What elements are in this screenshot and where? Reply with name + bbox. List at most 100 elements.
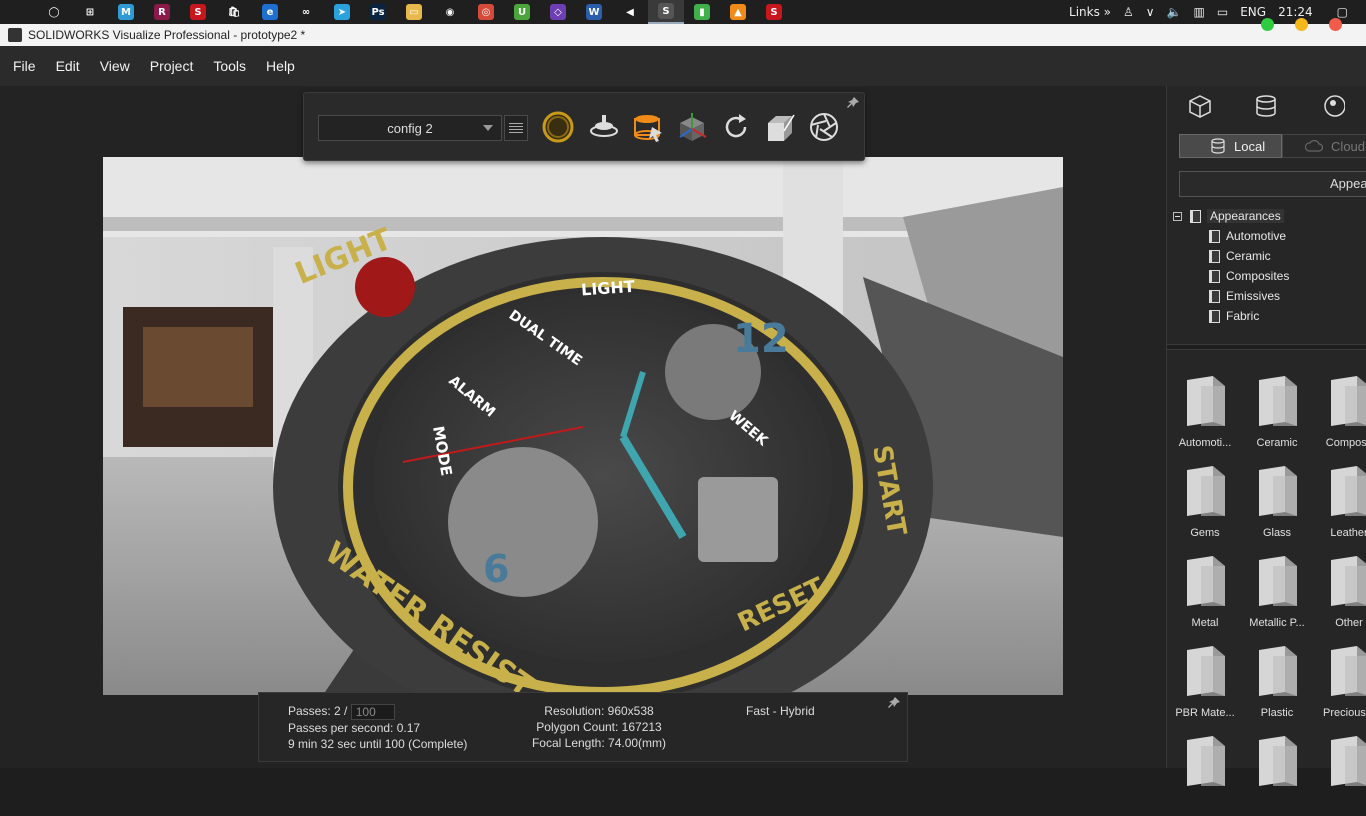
- book-icon: [1209, 269, 1220, 283]
- tree-item-fabric[interactable]: Fabric: [1173, 306, 1366, 326]
- folder-icon: [1187, 736, 1225, 786]
- solidworks-2019-icon: S: [190, 4, 206, 20]
- people-icon[interactable]: ♙: [1123, 5, 1134, 19]
- minimize-button[interactable]: [1261, 18, 1274, 31]
- camera-axes-button[interactable]: [674, 109, 710, 145]
- book-icon: [1209, 289, 1220, 303]
- appearance-folder-item[interactable]: Composit: [1313, 366, 1366, 456]
- appearance-folder-item[interactable]: Gems: [1169, 456, 1241, 546]
- render-mode-button[interactable]: [540, 109, 576, 145]
- refresh-button[interactable]: [718, 109, 754, 145]
- taskbar-app-button[interactable]: M: [108, 0, 144, 24]
- appearance-folder-item[interactable]: Other: [1313, 546, 1366, 636]
- menu-tools[interactable]: Tools: [203, 46, 256, 86]
- appearance-folder-item[interactable]: [1313, 726, 1366, 816]
- taskbar-app-button[interactable]: W: [576, 0, 612, 24]
- links-toolbar[interactable]: Links »: [1069, 5, 1111, 19]
- taskbar-app-button[interactable]: ➤: [324, 0, 360, 24]
- infinity-app-icon: ∞: [298, 4, 314, 20]
- menu-project[interactable]: Project: [140, 46, 204, 86]
- taskbar-app-button[interactable]: S: [756, 0, 792, 24]
- taskbar-app-button[interactable]: S: [648, 0, 684, 24]
- appearance-folder-item[interactable]: [1241, 726, 1313, 816]
- task-view-icon: ⊞: [82, 4, 98, 20]
- appearance-folder-item[interactable]: Precious...: [1313, 636, 1366, 726]
- render-eta: 9 min 32 sec until 100 (Complete): [288, 736, 468, 751]
- taskbar-app-button[interactable]: e: [252, 0, 288, 24]
- appearance-folder-label: PBR Mate...: [1175, 707, 1235, 719]
- appearance-folder-item[interactable]: PBR Mate...: [1169, 636, 1241, 726]
- pin-icon[interactable]: [846, 96, 860, 110]
- taskbar-app-button[interactable]: S: [180, 0, 216, 24]
- tree-item-automotive[interactable]: Automotive: [1173, 226, 1366, 246]
- aperture-button[interactable]: [806, 109, 842, 145]
- taskbar-app-button[interactable]: 🛍: [216, 0, 252, 24]
- notifications-icon[interactable]: ▢: [1337, 5, 1348, 19]
- chevron-up-icon[interactable]: ∨: [1146, 5, 1155, 19]
- taskbar-app-button[interactable]: ▲: [720, 0, 756, 24]
- window-title: SOLIDWORKS Visualize Professional - prot…: [28, 28, 306, 42]
- tree-item-emissives[interactable]: Emissives: [1173, 286, 1366, 306]
- maximize-button[interactable]: [1295, 18, 1308, 31]
- appearance-folder-item[interactable]: Ceramic: [1241, 366, 1313, 456]
- appearance-folder-item[interactable]: Metal: [1169, 546, 1241, 636]
- appearance-folder-item[interactable]: Automoti...: [1169, 366, 1241, 456]
- passes-target-input[interactable]: 100: [350, 703, 395, 720]
- taskbar-app-button[interactable]: ▭: [396, 0, 432, 24]
- visual-studio-icon: ◇: [550, 4, 566, 20]
- appearance-folder-item[interactable]: Plastic: [1241, 636, 1313, 726]
- box-export-button[interactable]: [762, 109, 798, 145]
- folder-icon: [1187, 376, 1225, 426]
- appearance-folder-item[interactable]: Metallic P...: [1241, 546, 1313, 636]
- volume-icon[interactable]: 🔈: [1167, 5, 1182, 19]
- chrome-icon: ◎: [478, 4, 494, 20]
- clock[interactable]: 21:24: [1278, 5, 1313, 19]
- taskbar-app-button[interactable]: ◎: [468, 0, 504, 24]
- environment-button[interactable]: [630, 109, 666, 145]
- taskbar-app-button[interactable]: ◯: [36, 0, 72, 24]
- panel-splitter[interactable]: [1167, 344, 1366, 350]
- tab-appearances[interactable]: [1233, 86, 1299, 126]
- taskbar-app-button[interactable]: ◉: [432, 0, 468, 24]
- taskbar-app-button[interactable]: ∞: [288, 0, 324, 24]
- collapse-icon[interactable]: [1173, 211, 1182, 221]
- tree-root-appearances[interactable]: Appearances: [1173, 206, 1366, 226]
- appearance-folder-item[interactable]: Leather: [1313, 456, 1366, 546]
- appearance-folder-item[interactable]: [1169, 726, 1241, 816]
- pin-icon[interactable]: [887, 696, 901, 710]
- tree-item-composites[interactable]: Composites: [1173, 266, 1366, 286]
- taskbar-app-button[interactable]: ◇: [540, 0, 576, 24]
- taskbar-app-button[interactable]: U: [504, 0, 540, 24]
- appearance-tree: Appearances Automotive Ceramic Composite…: [1173, 206, 1366, 326]
- local-tab[interactable]: Local: [1179, 134, 1283, 158]
- network-icon[interactable]: ▥: [1194, 5, 1205, 19]
- taskbar-app-button[interactable]: [0, 0, 36, 24]
- taskbar-app-button[interactable]: Ps: [360, 0, 396, 24]
- cloud-tab[interactable]: Cloud: [1282, 134, 1366, 158]
- appearance-search-field[interactable]: Appear: [1179, 171, 1366, 197]
- solidworks-visualize-2019-icon: S: [658, 3, 674, 19]
- menu-edit[interactable]: Edit: [46, 46, 90, 86]
- appearance-folder-item[interactable]: Glass: [1241, 456, 1313, 546]
- render-viewport[interactable]: 12 6 LIGHT MODE WATER RESIST START RESET…: [103, 157, 1063, 695]
- menu-help[interactable]: Help: [256, 46, 305, 86]
- taskbar-app-button[interactable]: ◀: [612, 0, 648, 24]
- taskbar-app-button[interactable]: R: [144, 0, 180, 24]
- tab-models[interactable]: [1167, 86, 1233, 126]
- taskbar-app-button[interactable]: ▮: [684, 0, 720, 24]
- configuration-select[interactable]: config 2: [318, 115, 502, 141]
- cloud-icon: [1305, 140, 1324, 152]
- menu-file[interactable]: File: [3, 46, 46, 86]
- battery-icon[interactable]: ▭: [1217, 5, 1228, 19]
- configuration-menu-button[interactable]: [504, 115, 528, 141]
- tree-item-ceramic[interactable]: Ceramic: [1173, 246, 1366, 266]
- tab-scenes[interactable]: [1300, 86, 1366, 126]
- folder-icon: [1331, 736, 1366, 786]
- turntable-button[interactable]: [586, 109, 622, 145]
- language-indicator[interactable]: ENG: [1240, 5, 1266, 19]
- menu-view[interactable]: View: [90, 46, 140, 86]
- utorrent-icon: U: [514, 4, 530, 20]
- passes-row: Passes: 2 / 100: [288, 703, 467, 720]
- taskbar-app-button[interactable]: ⊞: [72, 0, 108, 24]
- close-button[interactable]: [1329, 18, 1342, 31]
